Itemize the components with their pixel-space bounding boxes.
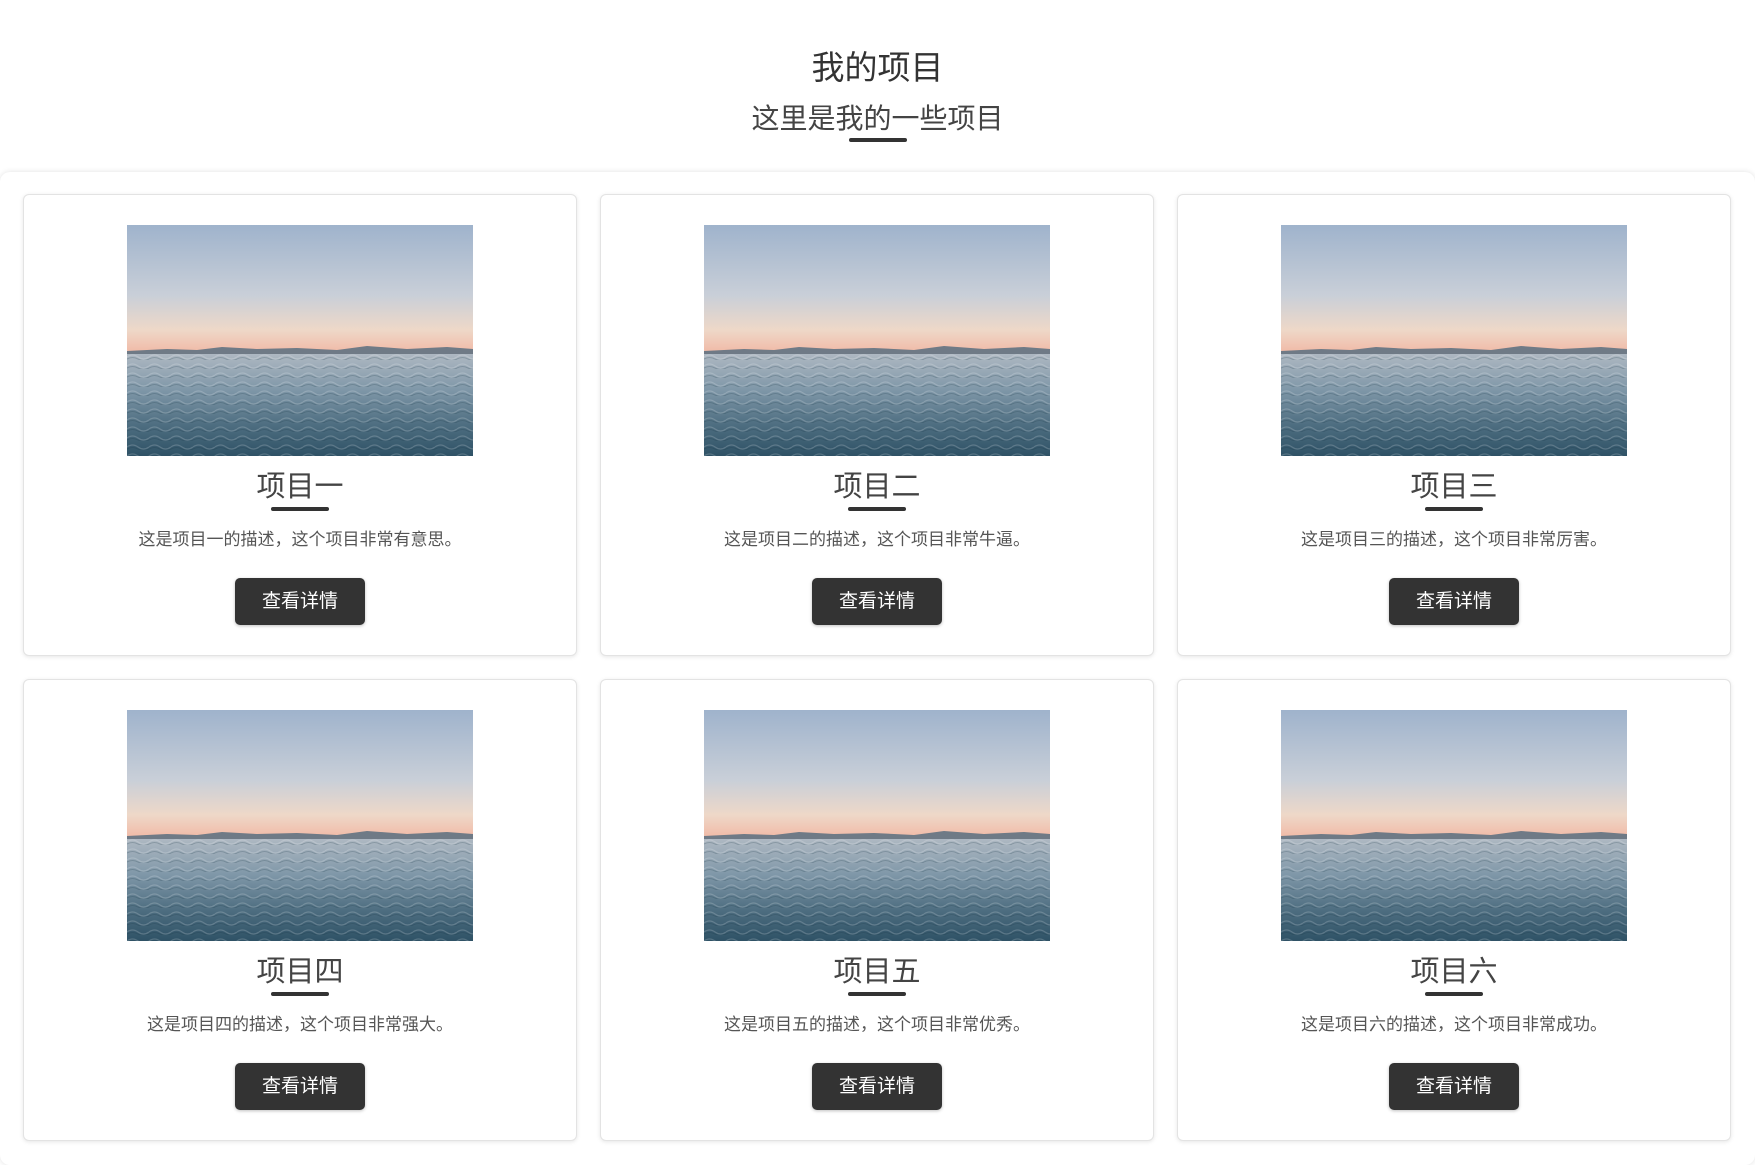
view-details-button[interactable]: 查看详情	[812, 1063, 942, 1110]
project-image	[704, 225, 1050, 456]
project-image	[127, 225, 473, 456]
project-card: 项目四 这是项目四的描述，这个项目非常强大。 查看详情	[23, 679, 577, 1141]
project-card: 项目二 这是项目二的描述，这个项目非常牛逼。 查看详情	[600, 194, 1154, 656]
project-card: 项目五 这是项目五的描述，这个项目非常优秀。 查看详情	[600, 679, 1154, 1141]
page-title: 我的项目	[811, 48, 944, 87]
page-subtitle: 这里是我的一些项目	[751, 102, 1004, 135]
project-title-underline	[271, 992, 329, 996]
project-description: 这是项目六的描述，这个项目非常成功。	[1301, 1015, 1607, 1035]
page-header: 我的项目 这里是我的一些项目	[0, 0, 1755, 172]
project-title: 项目一	[256, 469, 344, 503]
project-title-underline	[271, 507, 329, 511]
page: 我的项目 这里是我的一些项目 项目一 这是项目一的描述，这个项目非常有意思。 查…	[0, 0, 1755, 1165]
project-image	[1281, 225, 1627, 456]
view-details-button[interactable]: 查看详情	[235, 578, 365, 625]
project-title-underline	[848, 992, 906, 996]
project-description: 这是项目三的描述，这个项目非常厉害。	[1301, 530, 1607, 550]
project-title: 项目五	[833, 954, 921, 988]
project-title-underline	[1425, 992, 1483, 996]
project-card: 项目一 这是项目一的描述，这个项目非常有意思。 查看详情	[23, 194, 577, 656]
project-title-underline	[848, 507, 906, 511]
projects-container: 项目一 这是项目一的描述，这个项目非常有意思。 查看详情 项目二 这是项目二的描…	[0, 172, 1755, 1165]
project-image	[1281, 710, 1627, 941]
project-title: 项目二	[833, 469, 921, 503]
project-description: 这是项目二的描述，这个项目非常牛逼。	[724, 530, 1030, 550]
view-details-button[interactable]: 查看详情	[812, 578, 942, 625]
project-card: 项目六 这是项目六的描述，这个项目非常成功。 查看详情	[1177, 679, 1731, 1141]
project-title: 项目六	[1410, 954, 1498, 988]
subtitle-underline	[849, 138, 907, 142]
project-card: 项目三 这是项目三的描述，这个项目非常厉害。 查看详情	[1177, 194, 1731, 656]
projects-grid: 项目一 这是项目一的描述，这个项目非常有意思。 查看详情 项目二 这是项目二的描…	[23, 194, 1731, 1141]
project-description: 这是项目五的描述，这个项目非常优秀。	[724, 1015, 1030, 1035]
view-details-button[interactable]: 查看详情	[1389, 578, 1519, 625]
project-title-underline	[1425, 507, 1483, 511]
view-details-button[interactable]: 查看详情	[1389, 1063, 1519, 1110]
project-title: 项目三	[1410, 469, 1498, 503]
project-description: 这是项目一的描述，这个项目非常有意思。	[138, 530, 462, 550]
project-title: 项目四	[256, 954, 344, 988]
project-image	[127, 710, 473, 941]
project-description: 这是项目四的描述，这个项目非常强大。	[147, 1015, 453, 1035]
view-details-button[interactable]: 查看详情	[235, 1063, 365, 1110]
project-image	[704, 710, 1050, 941]
